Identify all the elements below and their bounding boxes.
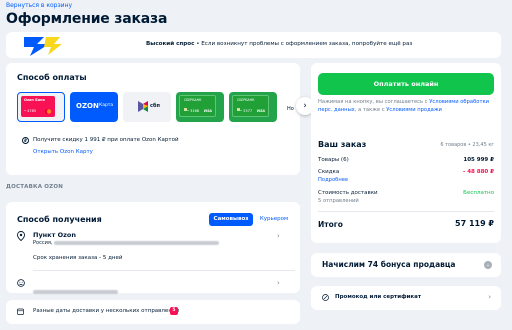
payment-card: Способ оплаты Ozon Банк • 4785 OZON Карт… [6,63,314,175]
storage-period: Срок хранения заказа - 5 дней [33,255,123,261]
discount-value: - 48 880 ₽ [463,169,494,175]
banner-strong: Высокий спрос [146,41,195,47]
shipping-label: Стоимость доставки [318,190,378,196]
order-title: Ваш заказ [318,140,367,149]
bonus-text: Начислим 74 бонуса продавца [322,260,456,269]
redacted-address [54,240,220,245]
mastercard-icon [44,109,52,114]
card-number: • 3168 [187,109,200,113]
legal-prefix: Нажимая на кнопку, вы соглашаетесь с [318,99,430,105]
payment-title: Способ оплаты [17,73,87,82]
lightning-logo-icon [24,37,62,56]
visa-icon: VISA [256,109,265,113]
total-label: Итого [318,220,343,229]
chevron-right-icon[interactable]: › [488,293,491,301]
ruble-icon: ₽ [22,137,29,144]
recipient-icon [17,279,25,287]
visa-icon: VISA [203,109,212,113]
chevron-right-icon: › [303,101,307,111]
discount-offer-text: Получите скидку 1 991 ₽ при оплате Ozon … [33,137,179,143]
payment-method-ozon-card[interactable]: OZON Карта [70,92,118,122]
tab-courier[interactable]: Курьером [254,213,294,226]
location-pin-icon [17,231,25,241]
divider [33,270,295,271]
open-ozon-card-link[interactable]: Открыть Ozon Карту [33,149,93,155]
chevron-down-icon[interactable]: ⌄ [484,261,492,269]
payment-method-sber-3168[interactable]: СБЕРБАНК • 3168 VISA [176,92,224,122]
calendar-icon [17,308,24,315]
discount-details-link[interactable]: Подробнее [318,177,494,183]
shipments-count-badge: 5 [170,307,178,315]
shipping-row: Стоимость доставки Бесплатно [318,190,494,196]
back-to-cart-link[interactable]: Вернуться в корзину [6,2,72,9]
delivery-dates-text: Разные даты доставки у нескольких отправ… [33,308,180,314]
payment-method-ozon-bank[interactable]: Ozon Банк • 4785 [17,92,65,122]
promo-text: Промокод или сертификат [335,294,422,300]
partial-method-label: Но [287,106,294,112]
seller-bonus-row[interactable]: Начислим 74 бонуса продавца ⌄ [311,253,501,277]
ozon-card-sub: Карта [99,103,114,108]
legal-note: Нажимая на кнопку, вы соглашаетесь с Усл… [318,99,496,114]
legal-mid: , а также с [354,106,387,113]
page-title: Оформление заказа [6,11,168,27]
pickup-point-title: Пункт Ozon [33,231,77,239]
delivery-title: Способ получения [17,215,102,224]
discount-row: Скидка - 48 880 ₽ [318,169,494,175]
banner-text: • Если возникнут проблемы с оформлением … [194,41,413,47]
order-summary-card: Оплатить онлайн Нажимая на кнопку, вы со… [311,63,501,243]
card-label: Ozon Банк [24,98,45,102]
payment-method-sber-3377[interactable]: СБЕРБАНК • 3377 VISA [229,92,277,122]
delivery-section-label: ДОСТАВКА OZON [6,184,64,190]
shipping-sub: 5 отправлений [318,198,359,204]
delivery-card: Способ получения Самовывоз Курьером Пунк… [6,202,300,294]
recipient-info [33,281,118,300]
goods-row: Товары (6) 105 999 ₽ [318,157,494,163]
pickup-country: Россия, [33,240,53,246]
order-meta: 6 товаров • 23,45 кг [440,142,494,148]
high-demand-banner: Высокий спрос • Если возникнут проблемы … [6,32,501,58]
goods-value: 105 999 ₽ [463,157,494,163]
goods-label: Товары (6) [318,157,349,163]
pay-online-button[interactable]: Оплатить онлайн [318,73,494,95]
shipping-value: Бесплатно [463,190,494,196]
discount-label: Скидка [318,169,340,175]
card-number: • 4785 [24,109,37,113]
promo-code-row[interactable]: Промокод или сертификат › [311,286,501,310]
pickup-address: Россия, [33,240,220,246]
delivery-dates-note[interactable]: Разные даты доставки у нескольких отправ… [6,300,300,324]
total-value: 57 119 ₽ [455,219,494,228]
payment-method-sbp[interactable]: сбп [123,92,171,122]
sbp-icon [138,101,148,112]
percent-tag-icon [322,294,329,301]
redacted-recipient [33,289,118,294]
sbp-label: сбп [150,103,160,109]
sale-terms-link[interactable]: Условиями продажи [386,107,442,113]
ozon-logo: OZON [76,102,99,110]
tab-pickup[interactable]: Самовывоз [209,213,253,226]
card-label: СБЕРБАНК [184,98,202,102]
divider [318,211,494,212]
chevron-right-icon[interactable]: › [277,232,280,240]
card-label: СБЕРБАНК [237,98,255,102]
chevron-right-icon[interactable]: › [277,279,280,287]
card-number: • 3377 [240,109,253,113]
